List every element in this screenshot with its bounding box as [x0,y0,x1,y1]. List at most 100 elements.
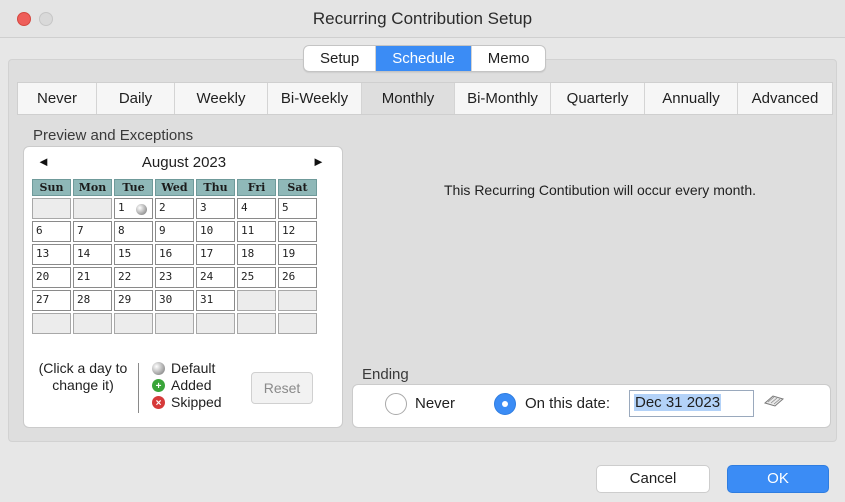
legend-default-label: Default [171,360,216,376]
calendar-day[interactable]: 7 [73,221,112,242]
calendar-day-number: 15 [118,247,132,260]
calendar-day-number: 29 [118,293,132,306]
weekday-header: Sun [32,179,71,196]
calendar-day-number: 30 [159,293,173,306]
calendar-day[interactable]: 11 [237,221,276,242]
segment-memo[interactable]: Memo [472,46,546,71]
calendar-panel: ◄ August 2023 ► Sun Mon Tue Wed Thu Fri … [23,146,343,428]
tab-weekly[interactable]: Weekly [175,83,268,114]
calendar-week-row [32,313,317,334]
calendar-day-number: 1 [118,201,125,214]
tab-daily[interactable]: Daily [97,83,175,114]
calendar-day[interactable]: 31 [196,290,235,311]
calendar-day[interactable]: 29 [114,290,153,311]
skipped-x-icon [152,395,165,412]
ending-never-radio[interactable] [385,393,407,415]
calendar-empty-cell [32,313,71,334]
weekday-header: Thu [196,179,235,196]
added-plus-icon [152,378,165,395]
calendar-help-text: (Click a day to change it) [38,360,128,393]
calendar-day[interactable]: 28 [73,290,112,311]
reset-button[interactable]: Reset [251,372,313,404]
ending-date-input[interactable]: Dec 31 2023 [629,390,754,417]
ending-section-label: Ending [362,366,409,383]
calendar-empty-cell [237,313,276,334]
next-month-icon[interactable]: ► [312,154,325,169]
legend-default: Default [152,360,222,377]
tab-bi-weekly[interactable]: Bi-Weekly [268,83,362,114]
segment-schedule[interactable]: Schedule [376,46,472,71]
close-window-icon[interactable] [17,12,31,26]
calendar-picker-icon[interactable] [763,394,785,408]
calendar-day[interactable]: 14 [73,244,112,265]
calendar-day-number: 7 [77,224,84,237]
weekday-header: Fri [237,179,276,196]
calendar-day[interactable]: 21 [73,267,112,288]
calendar-day-number: 14 [77,247,91,260]
calendar-day[interactable]: 9 [155,221,194,242]
ending-on-date-label[interactable]: On this date: [525,395,610,412]
calendar-grid: Sun Mon Tue Wed Thu Fri Sat 1 2 3 4 5 6 7 8 9 10 1… [30,177,319,336]
calendar-day-number: 2 [159,201,166,214]
calendar-day[interactable]: 8 [114,221,153,242]
calendar-day[interactable]: 26 [278,267,317,288]
calendar-legend: Default Added Skipped [152,360,222,412]
tab-never[interactable]: Never [18,83,97,114]
ending-date-value: Dec 31 2023 [634,394,722,411]
calendar-day[interactable]: 18 [237,244,276,265]
calendar-day-number: 19 [282,247,296,260]
calendar-day[interactable]: 23 [155,267,194,288]
tab-annually[interactable]: Annually [645,83,738,114]
calendar-day[interactable]: 30 [155,290,194,311]
calendar-day[interactable]: 27 [32,290,71,311]
calendar-day[interactable]: 16 [155,244,194,265]
weekday-header: Sat [278,179,317,196]
minimize-window-icon[interactable] [39,12,53,26]
tab-advanced[interactable]: Advanced [738,83,832,114]
calendar-week-row: 27 28 29 30 31 [32,290,317,311]
calendar-day[interactable]: 24 [196,267,235,288]
cancel-button[interactable]: Cancel [596,465,710,493]
weekday-header: Tue [114,179,153,196]
calendar-day-number: 18 [241,247,255,260]
weekday-header: Mon [73,179,112,196]
calendar-day-number: 3 [200,201,207,214]
calendar-day-number: 4 [241,201,248,214]
calendar-day-number: 28 [77,293,91,306]
calendar-day[interactable]: 25 [237,267,276,288]
calendar-day-number: 22 [118,270,132,283]
calendar-day-number: 5 [282,201,289,214]
calendar-day-number: 20 [36,270,50,283]
calendar-day[interactable]: 5 [278,198,317,219]
frequency-tabs: Never Daily Weekly Bi-Weekly Monthly Bi-… [17,82,833,115]
calendar-day[interactable]: 20 [32,267,71,288]
calendar-empty-cell [278,313,317,334]
calendar-day[interactable]: 15 [114,244,153,265]
ending-never-label[interactable]: Never [415,395,455,412]
calendar-day[interactable]: 2 [155,198,194,219]
calendar-day[interactable]: 3 [196,198,235,219]
calendar-day[interactable]: 19 [278,244,317,265]
calendar-day[interactable]: 4 [237,198,276,219]
ok-button[interactable]: OK [727,465,829,493]
calendar-empty-cell [237,290,276,311]
legend-added: Added [152,377,222,395]
calendar-day[interactable]: 22 [114,267,153,288]
calendar-day-number: 12 [282,224,296,237]
calendar-day[interactable]: 13 [32,244,71,265]
calendar-day[interactable]: 12 [278,221,317,242]
calendar-day[interactable]: 10 [196,221,235,242]
calendar-week-row: 1 2 3 4 5 [32,198,317,219]
calendar-day[interactable]: 6 [32,221,71,242]
tab-bi-monthly[interactable]: Bi-Monthly [455,83,551,114]
calendar-day[interactable]: 17 [196,244,235,265]
tab-monthly[interactable]: Monthly [362,83,455,114]
legend-skipped: Skipped [152,394,222,412]
ending-on-date-radio[interactable] [494,393,516,415]
weekday-header: Wed [155,179,194,196]
calendar-day-number: 17 [200,247,214,260]
calendar-day-number: 9 [159,224,166,237]
tab-quarterly[interactable]: Quarterly [551,83,645,114]
calendar-day[interactable]: 1 [114,198,153,219]
segment-setup[interactable]: Setup [304,46,377,71]
